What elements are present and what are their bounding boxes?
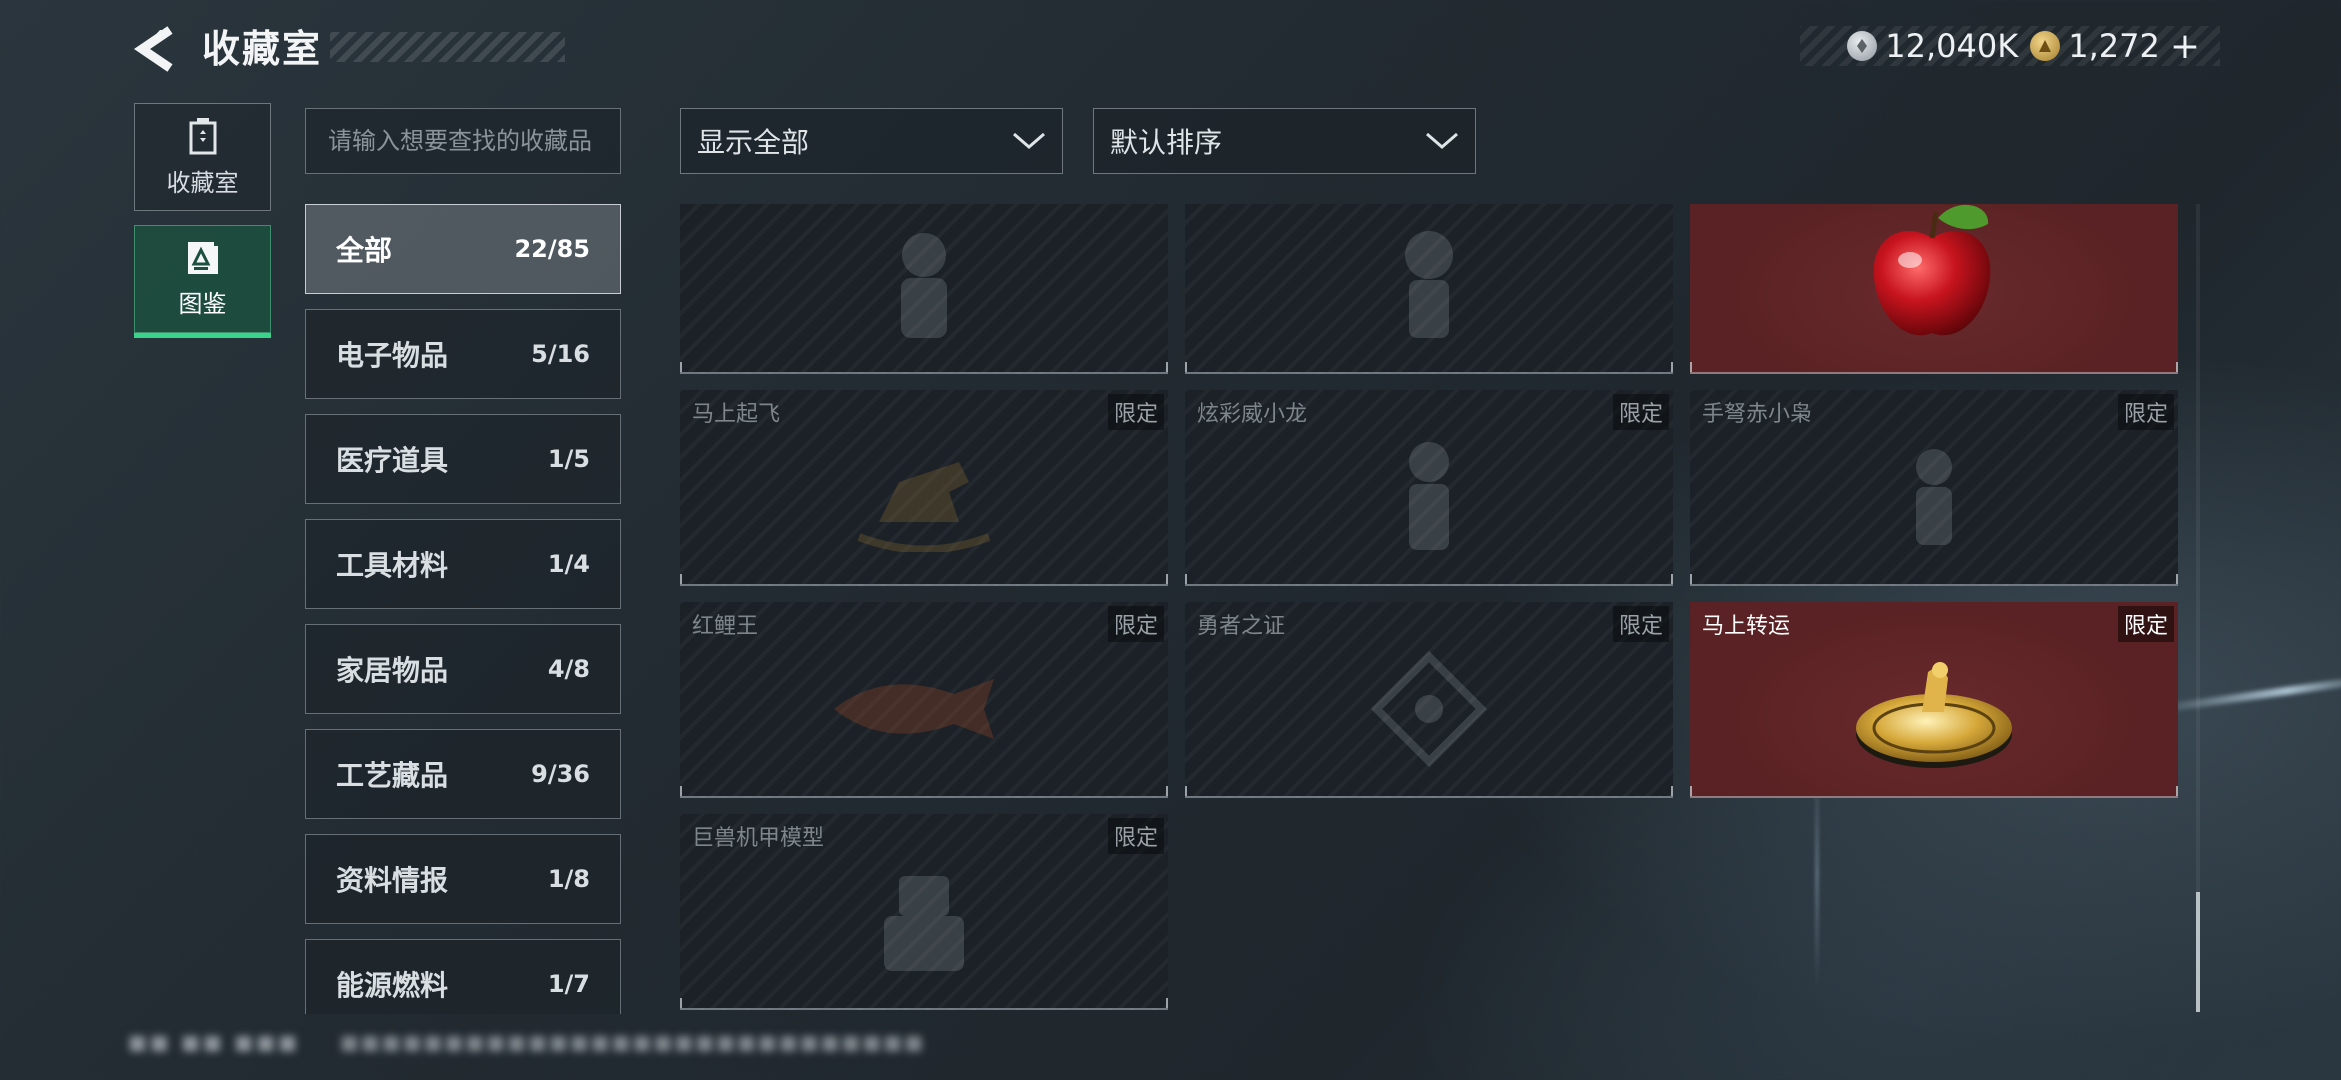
item-name: 炫彩威小龙: [1197, 402, 1308, 427]
chevron-down-icon: [1013, 132, 1045, 149]
filter-dropdown-value: 显示全部: [697, 126, 810, 159]
limited-badge: 限定: [1107, 394, 1164, 430]
category-name: 能源燃料: [336, 969, 449, 1002]
back-button[interactable]: [132, 22, 182, 76]
category-item-intel[interactable]: 资料情报 1/8: [305, 834, 621, 924]
badge-plaque-icon: [1371, 650, 1487, 767]
limited-badge: 限定: [1107, 606, 1164, 642]
skull-figure-icon: [1405, 230, 1453, 338]
currency-gold: 1,272 +: [2030, 26, 2200, 67]
figure-icon: [901, 232, 947, 338]
category-count: 22/85: [514, 235, 590, 263]
category-count: 1/8: [547, 865, 590, 893]
item-name: 巨兽机甲模型: [692, 826, 825, 851]
side-tab-label: 图鉴: [178, 289, 227, 318]
sort-dropdown-value: 默认排序: [1110, 126, 1223, 159]
title-decoration: [330, 32, 565, 62]
category-name: 工艺藏品: [336, 759, 449, 792]
limited-badge: 限定: [1612, 606, 1669, 642]
category-name: 家居物品: [336, 654, 449, 687]
currency-silver-value: 12,040K: [1885, 27, 2019, 65]
item-name: 勇者之证: [1197, 614, 1286, 639]
item-name: 马上起飞: [692, 402, 781, 427]
category-list: 全部 22/85 电子物品 5/16 医疗道具 1/5 工具材料 1/4 家居物…: [305, 204, 621, 1014]
currency-silver: 12,040K: [1847, 27, 2018, 65]
limited-badge: 限定: [2117, 606, 2174, 642]
apple-icon: [1873, 204, 1991, 336]
category-count: 5/16: [531, 340, 590, 368]
category-item-crafts[interactable]: 工艺藏品 9/36: [305, 729, 621, 819]
dragon-figure-icon: [1409, 441, 1449, 550]
side-tab-catalog[interactable]: 图鉴: [134, 225, 271, 338]
item-card[interactable]: 炫彩威小龙 限定: [1185, 390, 1673, 586]
category-name: 电子物品: [336, 339, 449, 372]
silver-coin-icon: [1847, 31, 1878, 61]
category-count: 1/5: [547, 445, 590, 473]
collection-room-icon: [189, 117, 216, 154]
item-card[interactable]: 红鲤王 限定: [680, 602, 1168, 798]
golden-horse-medallion-icon: [1856, 662, 2012, 768]
side-tab-collection-room[interactable]: 收藏室: [134, 103, 271, 211]
category-name: 工具材料: [336, 549, 449, 582]
category-name: 资料情报: [336, 864, 449, 897]
category-count: 9/36: [531, 760, 590, 788]
grid-scrollbar-track[interactable]: [2196, 204, 2200, 1012]
search-input[interactable]: [305, 108, 621, 174]
currency-gold-value: 1,272: [2068, 27, 2160, 65]
chevron-down-icon: [1426, 132, 1458, 149]
page-title: 收藏室: [202, 27, 323, 71]
category-item-household[interactable]: 家居物品 4/8: [305, 624, 621, 714]
category-item-electronics[interactable]: 电子物品 5/16: [305, 309, 621, 399]
item-name: 马上转运: [1702, 614, 1791, 639]
category-name: 医疗道具: [336, 444, 449, 477]
item-name: 手弩赤小枭: [1702, 402, 1813, 427]
item-name: 红鲤王: [692, 614, 759, 639]
side-tab-label: 收藏室: [166, 168, 239, 197]
category-count: 1/7: [547, 970, 590, 998]
category-item-medical[interactable]: 医疗道具 1/5: [305, 414, 621, 504]
item-card-owned[interactable]: [1690, 204, 2178, 374]
item-card[interactable]: 马上起飞 限定: [680, 390, 1168, 586]
category-count: 1/4: [547, 550, 590, 578]
item-card[interactable]: [1185, 204, 1673, 374]
filter-dropdown[interactable]: 显示全部: [680, 108, 1063, 174]
back-arrow-icon: [133, 26, 173, 72]
add-currency-button[interactable]: +: [2170, 26, 2200, 67]
mecha-model-icon: [884, 875, 964, 971]
footer-info-secondary: ■■■■■■■■■■■■■■■■■■■■■■■■■■■■: [340, 1030, 926, 1054]
category-count: 4/8: [547, 655, 590, 683]
carp-icon: [834, 678, 994, 739]
currency-bar: 12,040K 1,272 +: [1800, 26, 2220, 67]
grid-scrollbar-thumb[interactable]: [2196, 892, 2200, 1012]
category-name: 全部: [336, 234, 393, 267]
category-item-all[interactable]: 全部 22/85: [305, 204, 621, 294]
limited-badge: 限定: [2117, 394, 2174, 430]
owl-figure-icon: [1916, 448, 1952, 545]
item-card[interactable]: [680, 204, 1168, 374]
item-card-owned[interactable]: 马上转运 限定: [1690, 602, 2178, 798]
catalog-icon: [187, 241, 218, 274]
gold-coin-icon: [2030, 31, 2061, 61]
item-card[interactable]: 手弩赤小枭 限定: [1690, 390, 2178, 586]
category-item-fuel[interactable]: 能源燃料 1/7: [305, 939, 621, 1014]
category-item-tools[interactable]: 工具材料 1/4: [305, 519, 621, 609]
limited-badge: 限定: [1612, 394, 1669, 430]
limited-badge: 限定: [1107, 818, 1164, 854]
sort-dropdown[interactable]: 默认排序: [1093, 108, 1476, 174]
item-card[interactable]: 勇者之证 限定: [1185, 602, 1673, 798]
item-grid: 马上起飞 限定 炫彩威小龙 限定 手弩赤小枭 限定 红鲤王 限定 勇者之证 限定: [680, 204, 2182, 1014]
item-card[interactable]: 巨兽机甲模型 限定: [680, 814, 1168, 1010]
footer-info: ■■ ■■ ■■■: [128, 1030, 300, 1054]
rocking-horse-icon: [857, 461, 991, 552]
